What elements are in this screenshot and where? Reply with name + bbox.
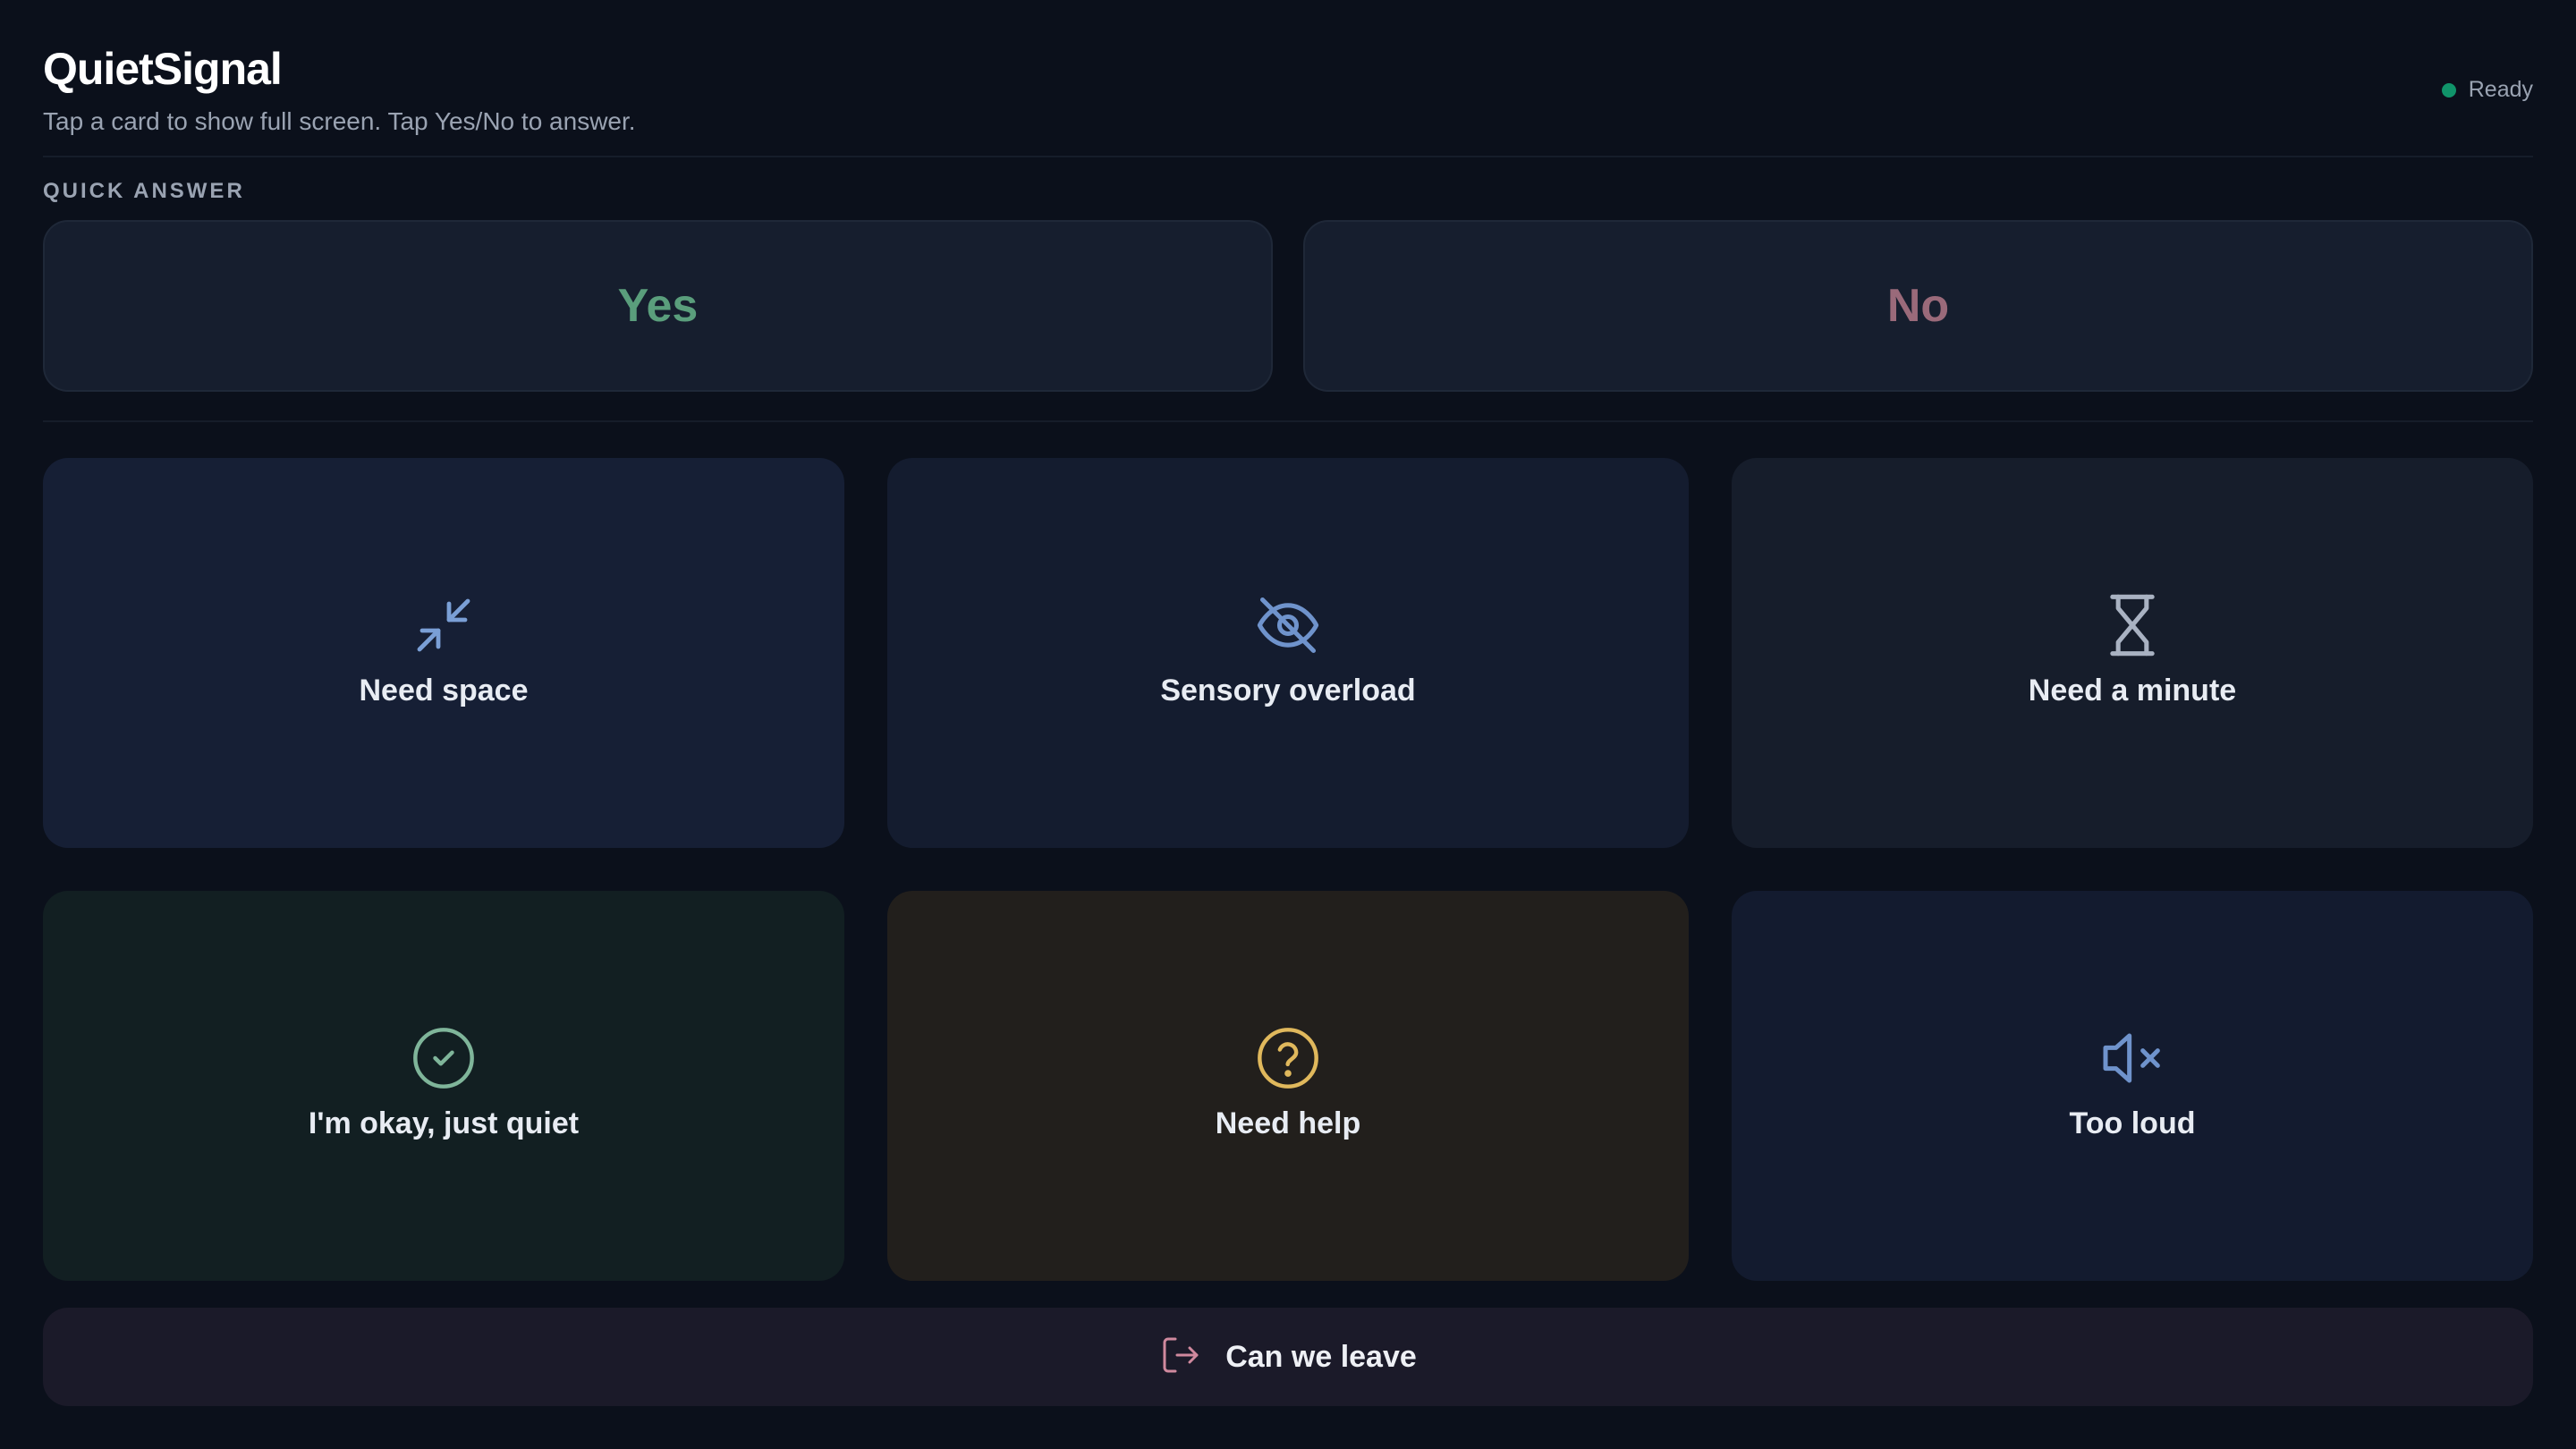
- card-label: Need space: [359, 673, 529, 708]
- app-title: QuietSignal: [43, 44, 283, 94]
- quick-answer-label: QUICK ANSWER: [43, 179, 245, 203]
- app-subtitle: Tap a card to show full screen. Tap Yes/…: [43, 107, 636, 135]
- card-label: Need help: [1215, 1106, 1361, 1140]
- hourglass-icon: [2097, 589, 2168, 661]
- divider: [43, 420, 2533, 422]
- can-we-leave-button[interactable]: Can we leave: [43, 1308, 2533, 1406]
- card-im-okay-just-quiet[interactable]: I'm okay, just quiet: [43, 891, 844, 1281]
- exit-icon: [1159, 1334, 1202, 1381]
- status-indicator: Ready: [2441, 77, 2533, 103]
- card-need-space[interactable]: Need space: [43, 458, 844, 848]
- eye-off-icon: [1252, 589, 1324, 661]
- status-dot: [2441, 82, 2456, 97]
- card-need-help[interactable]: Need help: [887, 891, 1689, 1281]
- volume-mute-icon: [2097, 1022, 2168, 1094]
- minimize-arrows-icon: [408, 589, 479, 661]
- card-need-a-minute[interactable]: Need a minute: [1732, 458, 2533, 848]
- yes-button[interactable]: Yes: [43, 220, 1273, 392]
- card-too-loud[interactable]: Too loud: [1732, 891, 2533, 1281]
- app-root: QuietSignal Tap a card to show full scre…: [0, 0, 2576, 1449]
- quick-answer-row: Yes No: [43, 220, 2533, 392]
- card-label: Too loud: [2069, 1106, 2196, 1140]
- signal-card-grid: Need space Sensory overload Need a minut…: [43, 458, 2533, 1281]
- can-we-leave-label: Can we leave: [1225, 1339, 1417, 1374]
- card-label: Sensory overload: [1160, 673, 1416, 708]
- header: QuietSignal Tap a card to show full scre…: [43, 0, 2533, 157]
- status-text: Ready: [2468, 77, 2533, 102]
- no-button[interactable]: No: [1303, 220, 2533, 392]
- card-sensory-overload[interactable]: Sensory overload: [887, 458, 1689, 848]
- question-circle-icon: [1252, 1022, 1324, 1094]
- card-label: Need a minute: [2028, 673, 2237, 708]
- card-label: I'm okay, just quiet: [308, 1106, 580, 1140]
- check-circle-icon: [408, 1022, 479, 1094]
